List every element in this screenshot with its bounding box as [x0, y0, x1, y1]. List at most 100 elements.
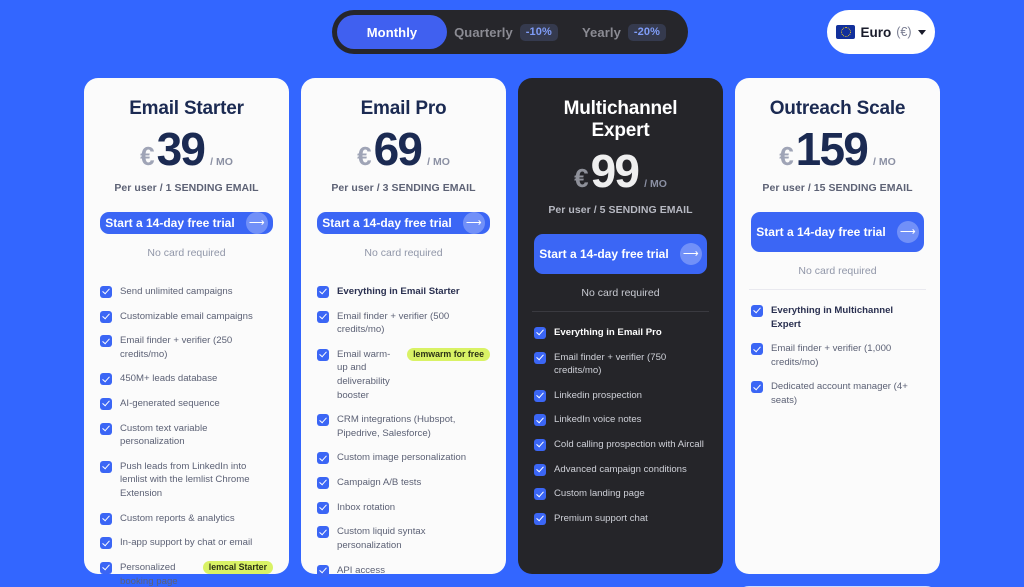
feature-item: In-app support by chat or email: [100, 536, 273, 550]
card-divider: [749, 289, 926, 290]
feature-label: CRM integrations (Hubspot, Pipedrive, Sa…: [337, 414, 456, 439]
feature-item: Email finder + verifier (250 credits/mo): [100, 334, 273, 361]
start-trial-button[interactable]: Start a 14-day free trial ⟶: [100, 212, 273, 234]
feature-label: Custom landing page: [554, 488, 645, 500]
no-card-note: No card required: [364, 247, 443, 259]
billing-option-label: Quarterly: [454, 24, 513, 40]
no-card-note: No card required: [581, 287, 660, 299]
feature-label: Linkedin prospection: [554, 389, 643, 401]
feature-label: 450M+ leads database: [120, 373, 218, 385]
pricing-card: Email Pro €69 / MO Per user / 3 SENDING EMA…: [301, 78, 506, 577]
check-icon: [100, 373, 112, 386]
feature-item: Everything in Multichannel Expert: [751, 304, 924, 331]
price-amount: 99: [590, 145, 640, 197]
pricing-column: Multichannel Expert €99 / MO Per user / 5 S…: [518, 78, 723, 574]
currency-symbol: €: [140, 141, 155, 171]
currency-symbol: (€): [896, 25, 912, 39]
feature-label: Push leads from LinkedIn into lemlist wi…: [120, 460, 250, 500]
feature-label: Email warm-up and deliverability booster: [337, 348, 391, 401]
pricing-cards: Email Starter €39 / MO Per user / 1 SENDING…: [84, 78, 940, 587]
currency-symbol: €: [357, 141, 372, 171]
feature-label: Email finder + verifier (750 credits/mo): [554, 351, 667, 377]
plan-price: €99 / MO: [534, 148, 707, 194]
feature-item: Everything in Email Starter: [317, 285, 490, 299]
pricing-card: Email Starter €39 / MO Per user / 1 SENDING…: [84, 78, 289, 587]
feature-label: In-app support by chat or email: [120, 537, 253, 549]
feature-label: AI-generated sequence: [120, 398, 220, 410]
check-icon: [534, 414, 546, 427]
plan-price: €39 / MO: [100, 126, 273, 172]
feature-item: Premium support chat: [534, 512, 707, 526]
feature-item: Personalized booking page lemcal Starter: [100, 560, 273, 587]
billing-option-label: Yearly: [581, 24, 621, 40]
start-trial-label: Start a 14-day free trial: [105, 216, 235, 230]
plan-name: Email Pro: [360, 98, 447, 119]
check-icon: [317, 526, 329, 539]
feature-list: Send unlimited campaigns Customizable ema…: [100, 285, 273, 587]
billing-option-quarterly[interactable]: Quarterly -10%: [447, 15, 565, 49]
check-icon: [317, 501, 329, 514]
feature-label: Inbox rotation: [337, 501, 396, 513]
feature-item: LinkedIn voice notes: [534, 413, 707, 427]
billing-option-monthly[interactable]: Monthly: [337, 15, 447, 49]
top-bar: Monthly Quarterly -10% Yearly -20% Euro …: [0, 0, 1024, 64]
check-icon: [534, 463, 546, 476]
pricing-column: Email Starter €39 / MO Per user / 1 SENDING…: [84, 78, 289, 587]
feature-item: Email warm-up and deliverability booster…: [317, 347, 490, 402]
billing-period-toggle[interactable]: Monthly Quarterly -10% Yearly -20%: [332, 10, 688, 54]
currency-selector[interactable]: Euro (€): [827, 10, 935, 54]
price-amount: 39: [156, 123, 206, 175]
feature-label: Email finder + verifier (250 credits/mo): [120, 335, 233, 360]
billing-option-yearly[interactable]: Yearly -20%: [565, 15, 683, 49]
feature-item: Custom liquid syntax personalization: [317, 525, 490, 552]
price-amount: 159: [795, 123, 869, 175]
pricing-card: Outreach Scale €159 / MO Per user / 15 SEND…: [735, 78, 940, 574]
feature-item: CRM integrations (Hubspot, Pipedrive, Sa…: [317, 413, 490, 440]
feature-item: Email finder + verifier (1,000 credits/m…: [751, 342, 924, 369]
plan-name: Outreach Scale: [769, 98, 906, 119]
check-icon: [100, 286, 112, 298]
feature-item: Custom landing page: [534, 487, 707, 501]
feature-label: Email finder + verifier (500 credits/mo): [337, 310, 450, 336]
feature-label: Campaign A/B tests: [337, 477, 422, 489]
plan-price: €69 / MO: [317, 126, 490, 172]
pricing-card: Multichannel Expert €99 / MO Per user / 5 S…: [518, 78, 723, 574]
check-icon: [317, 564, 329, 577]
plan-subline: Per user / 1 SENDING EMAIL: [114, 182, 259, 194]
feature-item: Push leads from LinkedIn into lemlist wi…: [100, 460, 273, 501]
check-icon: [751, 343, 763, 356]
price-period: / MO: [644, 178, 667, 190]
check-icon: [751, 305, 763, 317]
check-icon: [100, 460, 112, 473]
check-icon: [534, 488, 546, 501]
feature-item: Advanced campaign conditions: [534, 463, 707, 477]
check-icon: [534, 389, 546, 402]
check-icon: [317, 286, 329, 298]
feature-item: Custom text variable personalization: [100, 422, 273, 449]
arrow-right-icon: ⟶: [896, 221, 919, 243]
start-trial-button[interactable]: Start a 14-day free trial ⟶: [751, 212, 924, 252]
feature-item: Dedicated account manager (4+ seats): [751, 380, 924, 407]
feature-item: API access: [317, 564, 490, 578]
pricing-page: Monthly Quarterly -10% Yearly -20% Euro …: [0, 0, 1024, 587]
currency-symbol: €: [574, 163, 589, 193]
start-trial-button[interactable]: Start a 14-day free trial ⟶: [534, 234, 707, 274]
feature-item: Cold calling prospection with Aircall: [534, 438, 707, 452]
check-icon: [100, 512, 112, 525]
check-icon: [534, 439, 546, 452]
feature-item: Everything in Email Pro: [534, 326, 707, 340]
arrow-right-icon: ⟶: [462, 212, 485, 234]
feature-label: Personalized booking page: [120, 561, 178, 587]
pricing-column: Email Pro €69 / MO Per user / 3 SENDING EMA…: [301, 78, 506, 577]
feature-label: Email finder + verifier (1,000 credits/m…: [771, 343, 892, 368]
arrow-right-icon: ⟶: [679, 243, 702, 265]
check-icon: [317, 414, 329, 427]
price-period: / MO: [427, 156, 450, 168]
check-icon: [100, 561, 112, 574]
feature-list: Everything in Email Starter Email finder …: [317, 285, 490, 587]
feature-item: Linkedin prospection: [534, 389, 707, 403]
check-icon: [534, 327, 546, 339]
feature-label: Custom image personalization: [337, 452, 467, 464]
plan-price: €159 / MO: [751, 126, 924, 172]
start-trial-button[interactable]: Start a 14-day free trial ⟶: [317, 212, 490, 234]
